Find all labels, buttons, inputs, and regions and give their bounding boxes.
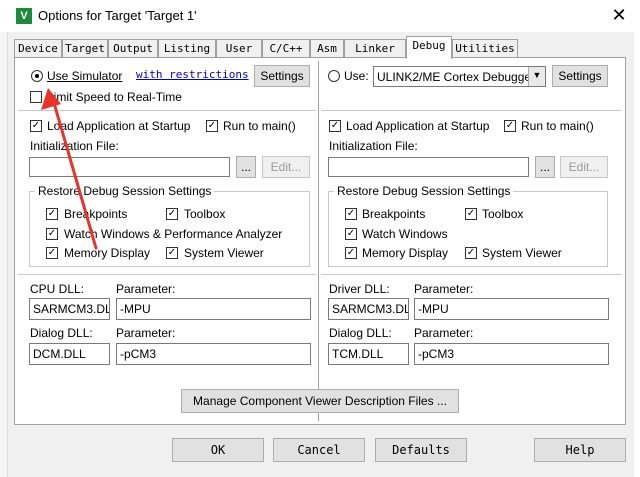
annotation-arrow-icon <box>41 88 98 250</box>
tab-debug[interactable]: Debug <box>406 36 452 59</box>
